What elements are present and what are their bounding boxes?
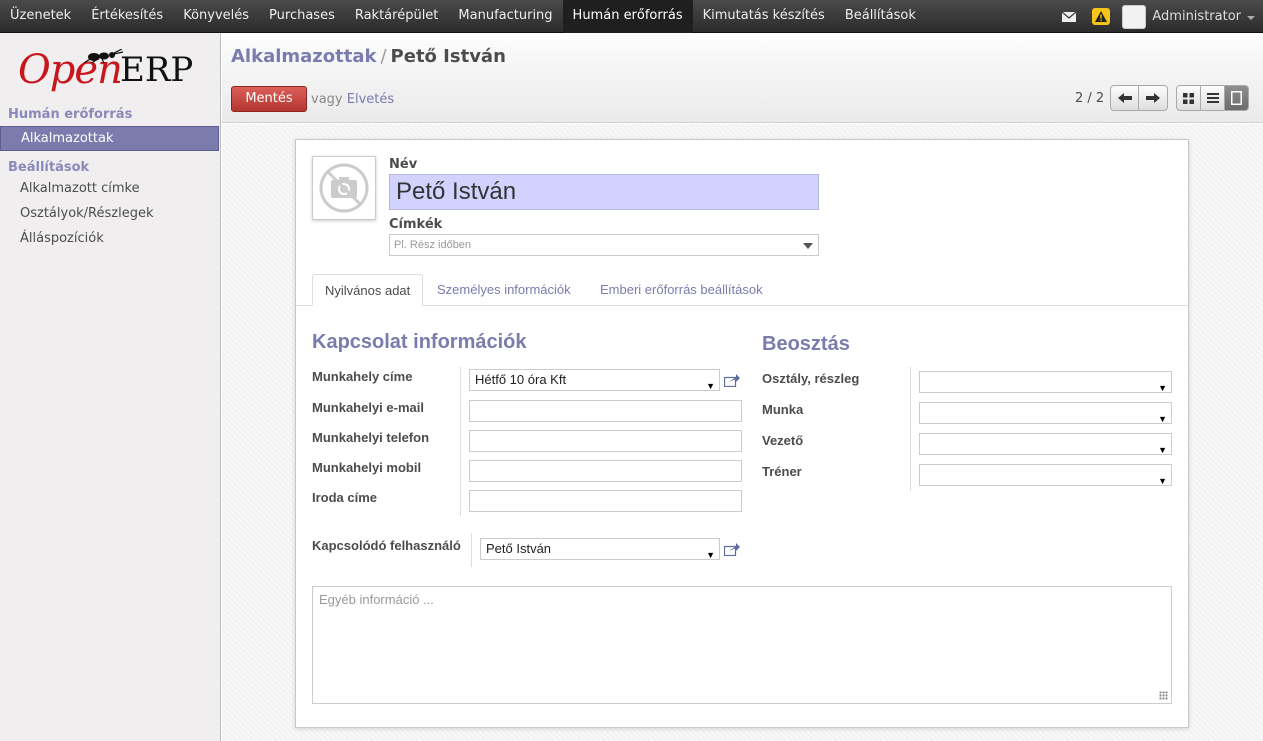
- position-divider: [910, 367, 911, 491]
- work-phone-input[interactable]: [469, 430, 742, 452]
- employee-photo[interactable]: [312, 156, 376, 220]
- openerp-logo[interactable]: Open ERP: [18, 47, 203, 97]
- work-mobile-input[interactable]: [469, 460, 742, 482]
- warning-icon[interactable]: [1092, 8, 1111, 25]
- tags-label: Címkék: [389, 217, 443, 232]
- work-address-select[interactable]: Hétfő 10 óra Kft ▼: [469, 369, 720, 391]
- coach-select[interactable]: ▼: [919, 464, 1172, 486]
- related-user-label: Kapcsolódó felhasználó: [312, 538, 461, 553]
- menu-item-messages[interactable]: Üzenetek: [0, 0, 81, 33]
- select-arrow-icon: ▼: [706, 550, 715, 560]
- user-avatar[interactable]: [1122, 4, 1147, 29]
- pager-counter: 2 / 2: [1075, 91, 1105, 106]
- or-label: vagy: [311, 92, 343, 107]
- work-address-label: Munkahely címe: [312, 369, 413, 384]
- sidebar-item-job-positions[interactable]: Álláspozíciók: [0, 227, 219, 252]
- logo-erp-text: ERP: [120, 50, 194, 90]
- arrow-left-icon: [1117, 93, 1132, 103]
- tags-input[interactable]: Pl. Rész időben: [389, 234, 819, 256]
- office-location-input[interactable]: [469, 490, 742, 512]
- sidebar-item-departments[interactable]: Osztályok/Részlegek: [0, 202, 219, 227]
- sidebar-item-employee-tags[interactable]: Alkalmazott címke: [0, 177, 219, 202]
- menu-item-manufacturing[interactable]: Manufacturing: [448, 0, 562, 33]
- select-arrow-icon: ▼: [1158, 476, 1167, 486]
- contact-info-title: Kapcsolat információk: [312, 331, 527, 353]
- menu-item-purchases[interactable]: Purchases: [259, 0, 345, 33]
- main-menu: Üzenetek Értékesítés Könyvelés Purchases…: [0, 0, 926, 33]
- view-header: Alkalmazottak / Pető István Mentés vagy El…: [222, 33, 1263, 123]
- work-mobile-label: Munkahelyi mobil: [312, 460, 422, 475]
- coach-label: Tréner: [762, 464, 802, 479]
- sidebar-section-human-resources: Humán erőforrás: [8, 107, 133, 122]
- breadcrumb-parent-link[interactable]: Alkalmazottak: [231, 46, 376, 67]
- menu-item-reporting[interactable]: Kimutatás készítés: [693, 0, 835, 33]
- breadcrumb: Alkalmazottak / Pető István: [231, 46, 506, 67]
- employee-name-input[interactable]: Pető István: [389, 174, 819, 210]
- top-menu-bar: Üzenetek Értékesítés Könyvelés Purchases…: [0, 0, 1263, 33]
- related-user-value: Pető István: [486, 541, 552, 556]
- menu-item-warehouse[interactable]: Raktárépület: [345, 0, 449, 33]
- select-arrow-icon: ▼: [706, 381, 715, 391]
- form-view-button[interactable]: [1224, 85, 1249, 111]
- logo-ant-icon: [83, 49, 124, 63]
- resize-grip-icon[interactable]: [1159, 691, 1168, 700]
- kanban-grid-icon: [1183, 92, 1194, 104]
- no-photo-camera-icon: [319, 163, 369, 213]
- sidebar-item-employees[interactable]: Alkalmazottak: [0, 126, 219, 151]
- manager-select[interactable]: ▼: [919, 433, 1172, 455]
- user-area: Administrator: [1058, 0, 1255, 33]
- tags-placeholder: Pl. Rész időben: [394, 239, 472, 251]
- breadcrumb-separator: /: [380, 46, 387, 67]
- tags-dropdown-icon[interactable]: [803, 243, 813, 249]
- department-label: Osztály, részleg: [762, 371, 860, 386]
- next-record-button[interactable]: [1139, 85, 1168, 111]
- work-phone-label: Munkahelyi telefon: [312, 430, 430, 445]
- menu-item-settings[interactable]: Beállítások: [835, 0, 926, 33]
- kanban-view-button[interactable]: [1176, 85, 1201, 111]
- tab-hr-settings[interactable]: Emberi erőforrás beállítások: [588, 274, 775, 306]
- or-text: vagy Elvetés: [311, 92, 394, 107]
- work-email-input[interactable]: [469, 400, 742, 422]
- sidebar-section-settings: Beállítások: [8, 160, 90, 175]
- menu-item-sales[interactable]: Értékesítés: [81, 0, 173, 33]
- mail-icon[interactable]: [1058, 0, 1080, 33]
- select-arrow-icon: ▼: [1158, 445, 1167, 455]
- department-select[interactable]: ▼: [919, 371, 1172, 393]
- arrow-right-icon: [1146, 93, 1160, 103]
- menu-item-accounting[interactable]: Könyvelés: [173, 0, 259, 33]
- sidebar: Open ERP Humán erőforrás Alkalmazottak B…: [0, 33, 221, 741]
- contact-divider: [460, 367, 461, 516]
- select-arrow-icon: ▼: [1158, 414, 1167, 424]
- manager-label: Vezető: [762, 433, 804, 448]
- work-address-value: Hétfő 10 óra Kft: [475, 372, 567, 387]
- name-label: Név: [389, 157, 418, 172]
- notes-placeholder: Egyéb információ ...: [319, 592, 434, 607]
- notes-textarea[interactable]: Egyéb információ ...: [312, 586, 1172, 704]
- related-user-external-link-icon[interactable]: [723, 541, 741, 557]
- pager-buttons: [1110, 85, 1168, 111]
- work-address-external-link-icon[interactable]: [723, 372, 741, 388]
- save-button[interactable]: Mentés: [231, 86, 307, 112]
- discard-link[interactable]: Elvetés: [347, 92, 394, 107]
- breadcrumb-current: Pető István: [390, 46, 506, 67]
- previous-record-button[interactable]: [1110, 85, 1139, 111]
- job-select[interactable]: ▼: [919, 402, 1172, 424]
- position-title: Beosztás: [762, 333, 850, 355]
- list-icon: [1206, 93, 1219, 103]
- view-switcher: [1176, 85, 1249, 111]
- tab-public-info[interactable]: Nyilvános adat: [312, 274, 424, 306]
- user-menu-chevron-down-icon[interactable]: [1247, 15, 1255, 20]
- related-user-divider: [471, 533, 472, 567]
- list-view-button[interactable]: [1200, 85, 1225, 111]
- user-name[interactable]: Administrator: [1152, 9, 1241, 24]
- office-location-label: Iroda címe: [312, 490, 378, 505]
- related-user-select[interactable]: Pető István ▼: [480, 538, 720, 560]
- work-email-label: Munkahelyi e-mail: [312, 400, 424, 415]
- menu-item-human-resources[interactable]: Humán erőforrás: [562, 0, 693, 33]
- tab-personal-info[interactable]: Személyes információk: [425, 274, 583, 306]
- select-arrow-icon: ▼: [1158, 383, 1167, 393]
- job-label: Munka: [762, 402, 804, 417]
- form-icon: [1231, 91, 1242, 105]
